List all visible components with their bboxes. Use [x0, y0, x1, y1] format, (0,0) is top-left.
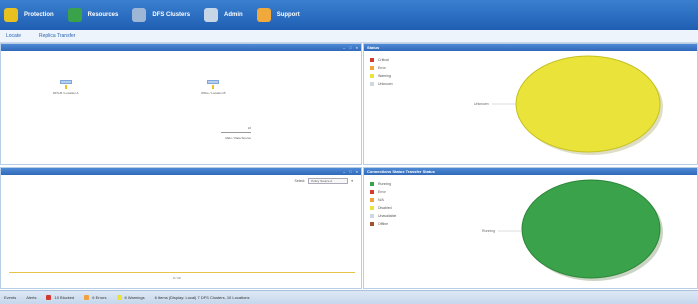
status-item[interactable]: 6 Errors: [84, 295, 107, 300]
transfer-status-panel: Connections Status Transfer Status Runni…: [363, 167, 698, 289]
topology-panel: – □ × DFS-B / Location A Office / Location…: [0, 43, 362, 165]
status-icon: [84, 295, 90, 300]
source-dropdown[interactable]: Policy Source A: [308, 178, 349, 184]
shield-icon: [4, 8, 18, 22]
nav-item-support[interactable]: Support: [253, 0, 310, 30]
top-navigation-bar: Protection Resources DFS Clusters Admin Supp…: [0, 0, 698, 30]
nav-label: Admin: [224, 12, 243, 18]
server-icon: [67, 8, 82, 22]
status-label: Alerts: [26, 295, 37, 300]
maximize-icon[interactable]: □: [349, 168, 351, 175]
node-connector: [64, 85, 67, 89]
topology-node[interactable]: Office / Location B: [201, 80, 225, 96]
node-box: [59, 80, 72, 84]
nav-label: Protection: [24, 12, 54, 18]
timeline-value: 0 / 10: [173, 276, 181, 280]
status-label: Events: [4, 295, 17, 300]
status-icon: [46, 295, 52, 300]
maximize-icon[interactable]: □: [349, 44, 351, 51]
status-item[interactable]: 6 Items (Display: Local) 7 DFS Clusters,…: [155, 295, 250, 300]
status-label: 6 Items (Display: Local) 7 DFS Clusters,…: [154, 295, 250, 300]
pie-slice-warning[interactable]: [515, 55, 661, 153]
nav-item-dfs-clusters[interactable]: DFS Clusters: [128, 0, 200, 30]
status-label: 10 Blocked: [54, 295, 75, 300]
status-pie-chart: Unknown: [474, 55, 663, 155]
panel-header: Status: [364, 44, 697, 51]
select-label: Select:: [294, 179, 306, 183]
pie-label: Running: [482, 229, 495, 233]
transfer-pie-chart: Running: [482, 179, 663, 281]
cluster-icon: [132, 8, 147, 22]
node-line: [221, 132, 251, 133]
node-label: Office / Location B: [201, 91, 226, 95]
lifebuoy-icon: [256, 8, 271, 22]
panel-title: Status: [367, 45, 380, 50]
node-label: DFS-B / Location A: [53, 91, 79, 95]
node-box: [207, 80, 220, 84]
nav-label: Support: [276, 12, 300, 18]
status-bar: Events Alerts 10 Blocked 6 Errors 6 Warnings…: [0, 290, 698, 304]
status-item[interactable]: Events: [4, 295, 16, 300]
status-label: 6 Errors: [92, 295, 107, 300]
status-label: 6 Warnings: [124, 295, 145, 300]
node-label: Main / Data Source: [225, 136, 251, 140]
timeline-line: [9, 272, 355, 273]
subnav-link[interactable]: Locate: [6, 33, 21, 39]
pie-label: Unknown: [474, 102, 489, 106]
panel-header: – □ ×: [1, 44, 361, 51]
panel-title: Connections Status Transfer Status: [367, 169, 435, 174]
nav-label: DFS Clusters: [152, 12, 191, 18]
nav-item-resources[interactable]: Resources: [64, 0, 129, 30]
topology-node[interactable]: DFS-B / Location A: [53, 80, 79, 96]
sub-navigation: Locate Replica Transfer: [0, 30, 698, 43]
node-count: 10: [247, 126, 251, 130]
nav-item-protection[interactable]: Protection: [0, 0, 64, 30]
status-panel: Status Critical Error Warning Unknown Unkno…: [363, 43, 698, 165]
connections-panel: – □ × Select: Policy Source A ▾ 0 / 10: [0, 167, 362, 289]
status-item[interactable]: 6 Warnings: [116, 295, 145, 300]
gears-icon: [204, 8, 219, 22]
dropdown-arrow-icon[interactable]: ▾: [351, 179, 353, 183]
panel-header: Connections Status Transfer Status: [364, 168, 697, 175]
close-icon[interactable]: ×: [356, 168, 358, 175]
subnav-link[interactable]: Replica Transfer: [39, 33, 75, 39]
nav-label: Resources: [87, 12, 119, 18]
pie-slice-running[interactable]: [521, 179, 661, 279]
source-selector: Select: Policy Source A ▾: [295, 178, 353, 184]
node-connector: [212, 85, 215, 89]
close-icon[interactable]: ×: [356, 44, 358, 51]
nav-item-admin[interactable]: Admin: [200, 0, 253, 30]
minimize-icon[interactable]: –: [343, 168, 345, 175]
topology-node[interactable]: 10 Main / Data Source: [221, 126, 251, 141]
panel-header: – □ ×: [1, 168, 361, 175]
status-item[interactable]: Alerts: [26, 295, 36, 300]
status-item[interactable]: 10 Blocked: [46, 295, 74, 300]
status-icon: [116, 295, 122, 300]
minimize-icon[interactable]: –: [343, 44, 345, 51]
